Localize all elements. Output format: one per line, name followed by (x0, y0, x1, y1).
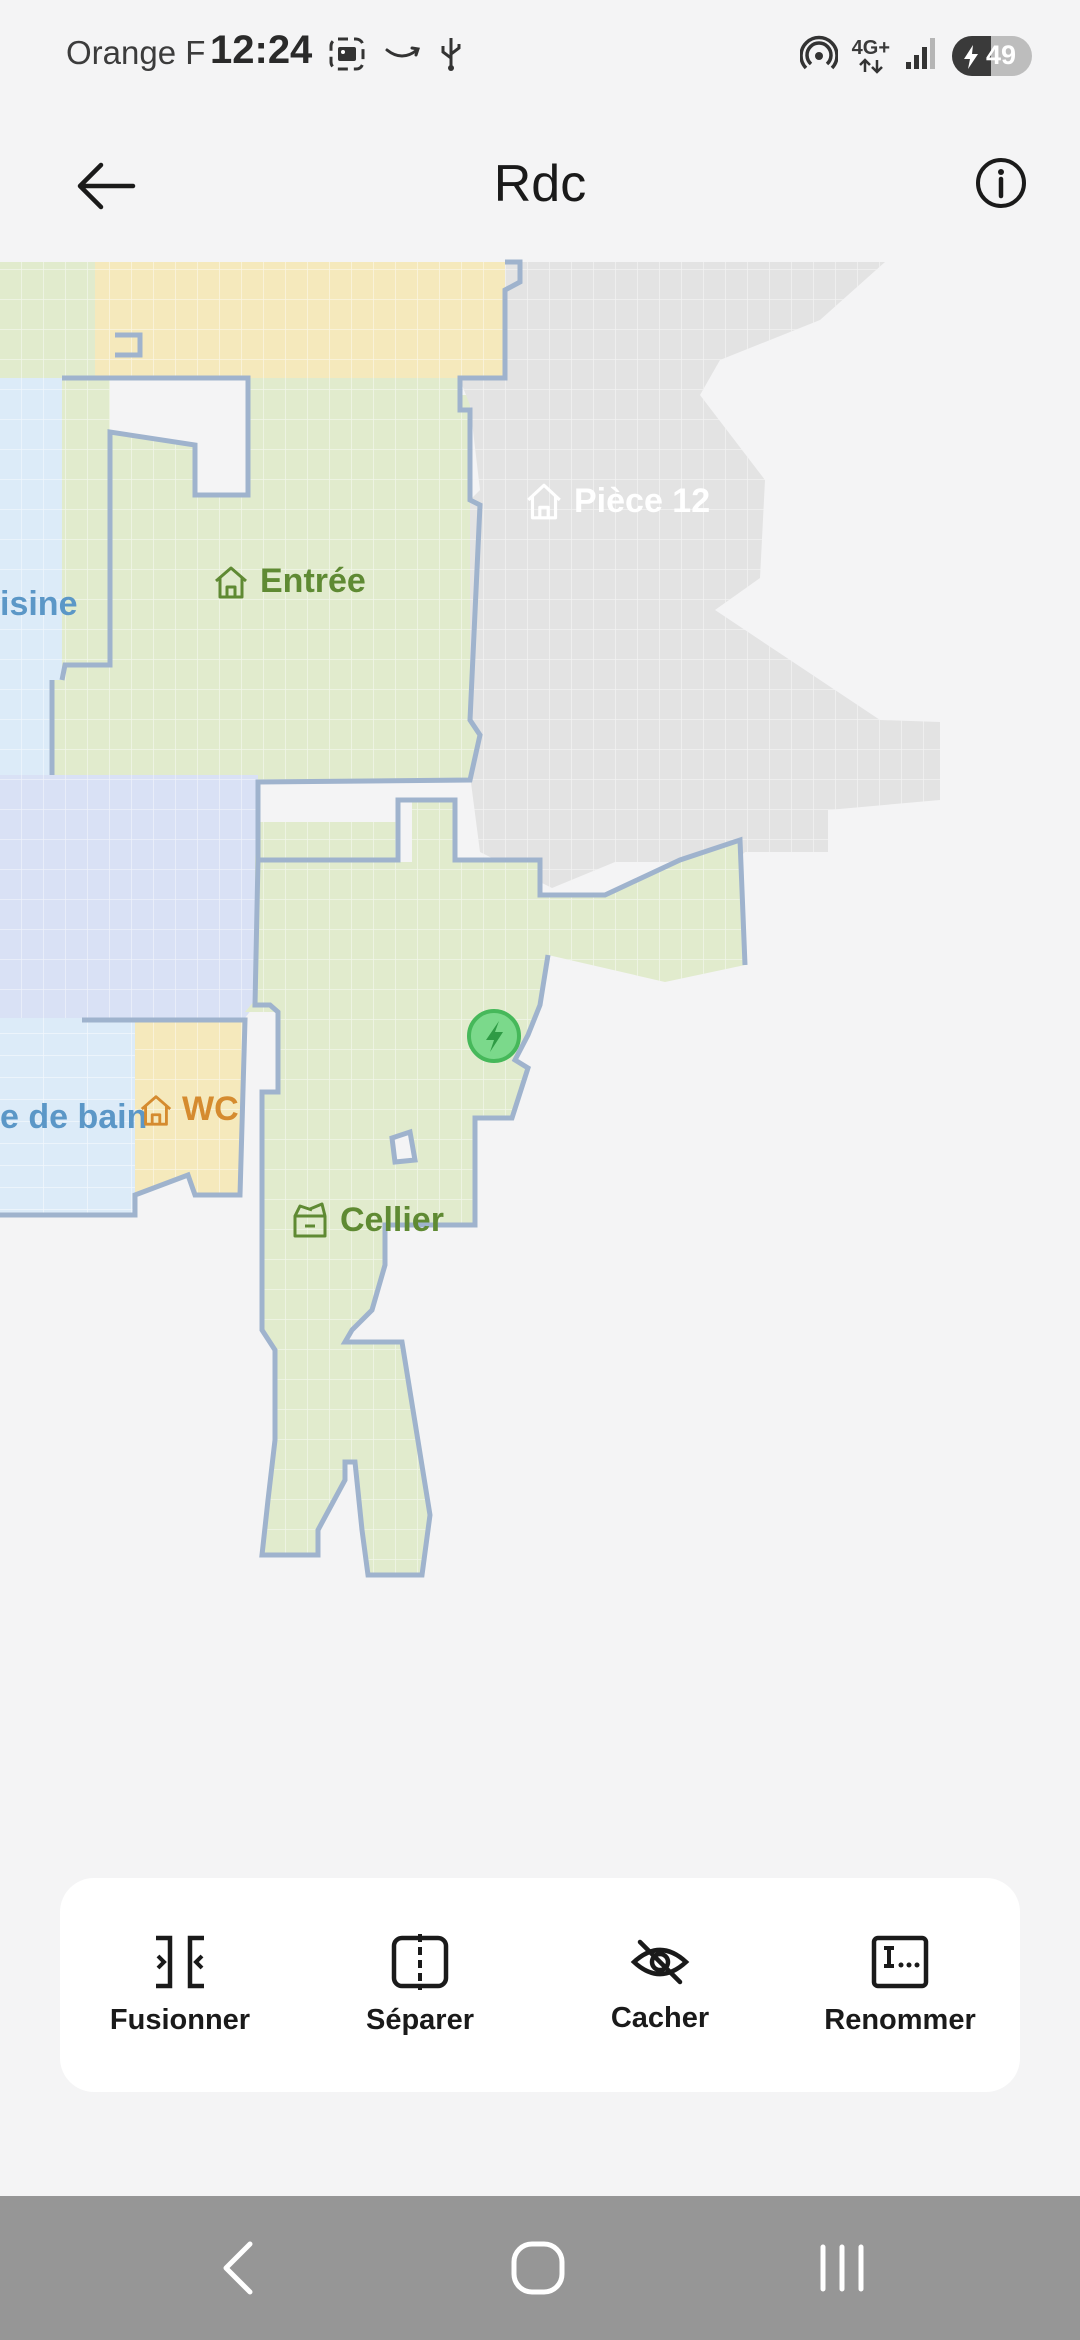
room-name: Pièce 12 (574, 481, 711, 520)
split-label: Séparer (365, 2003, 474, 2036)
floor-map[interactable]: isine Entrée Pièce 12 e de bain WC Celli… (0, 250, 1080, 1630)
home-icon (527, 483, 561, 520)
room-label-cellier[interactable]: Cellier (290, 1200, 444, 1240)
room-area-top-yellow[interactable] (95, 262, 520, 378)
room-name: Entrée (260, 562, 366, 600)
network-type-label: 4G+ (851, 36, 890, 59)
status-system-icons: 4G+ 49 (798, 34, 1032, 77)
nav-recents-icon (820, 2244, 864, 2292)
room-label-entree[interactable]: Entrée (212, 562, 366, 601)
hotspot-icon (798, 34, 839, 77)
nav-back-icon (223, 2241, 253, 2295)
nav-recents-button[interactable] (802, 2238, 882, 2298)
room-label-cuisine[interactable]: isine (0, 585, 77, 624)
status-time: 12:24 (210, 28, 313, 72)
nav-back-button[interactable] (198, 2238, 278, 2298)
room-label-wc[interactable]: WC (138, 1090, 239, 1129)
battery-indicator: 49 (952, 35, 1032, 76)
system-navigation-bar (0, 2196, 1080, 2340)
room-area-lavender[interactable] (0, 775, 258, 1018)
split-icon (391, 1933, 449, 1990)
status-notification-icons (328, 36, 464, 77)
room-label-piece-12[interactable]: Pièce 12 (524, 480, 710, 522)
home-icon (140, 1094, 172, 1126)
home-icon (215, 566, 247, 598)
room-area-piece-12[interactable] (460, 262, 940, 888)
battery-level: 49 (985, 40, 1017, 70)
screen: Orange F 12:24 4G+ 49 Rdc isine Entrée P… (0, 0, 1080, 2340)
room-name: Cellier (340, 1200, 444, 1239)
room-name: e de bain (0, 1098, 148, 1136)
rename-button[interactable]: Renommer (790, 1934, 1010, 2037)
split-button[interactable]: Séparer (310, 1933, 530, 2037)
info-icon (976, 158, 1026, 208)
room-name: isine (0, 585, 78, 623)
app-bar: Rdc (0, 118, 1080, 248)
eye-off-icon (630, 1939, 690, 1984)
carrier-name: Orange F (66, 34, 206, 71)
room-area-top-left-green[interactable] (0, 262, 95, 378)
info-button[interactable] (966, 148, 1036, 218)
page-title: Rdc (493, 155, 587, 213)
charging-dock-icon[interactable] (467, 1009, 521, 1063)
network-type-icon: 4G+ (852, 38, 890, 74)
signal-strength-icon (904, 35, 938, 76)
rename-icon (871, 1935, 929, 1988)
room-area-cellier[interactable] (245, 800, 745, 1575)
nav-home-icon (511, 2241, 565, 2295)
screenshot-icon (328, 36, 366, 77)
hide-label: Cacher (610, 2001, 710, 2034)
merge-button[interactable]: Fusionner (70, 1934, 290, 2037)
map-canvas (0, 259, 940, 1578)
merge-label: Fusionner (109, 2003, 251, 2036)
nav-home-button[interactable] (498, 2238, 578, 2298)
amazon-smile-icon (384, 44, 420, 69)
room-name: WC (182, 1090, 239, 1128)
room-actions-bar: Fusionner Séparer Cacher Renommer (60, 1878, 1020, 2092)
rename-label: Renommer (824, 2003, 976, 2036)
room-label-salle-de-bain[interactable]: e de bain (0, 1098, 147, 1137)
merge-icon (156, 1935, 204, 1988)
status-bar: Orange F 12:24 4G+ 49 (0, 0, 1080, 108)
usb-icon (438, 36, 464, 77)
storage-box-icon (293, 1202, 327, 1238)
hide-button[interactable]: Cacher (550, 1936, 770, 2035)
